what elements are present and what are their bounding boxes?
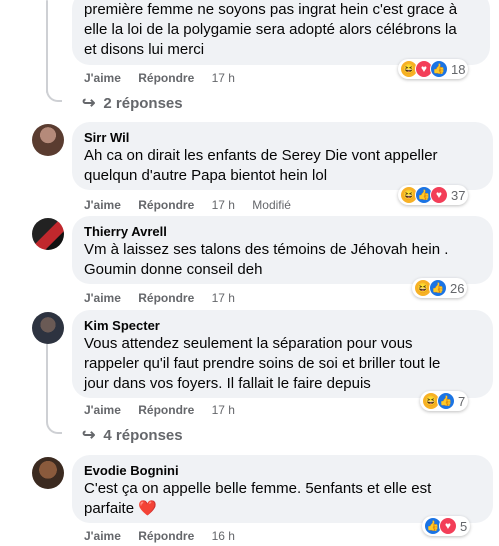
comment-actions: J'aime Répondre 17 h — [84, 290, 249, 306]
comment-text-line: Ah ca on dirait les enfants de Serey Die… — [84, 147, 438, 164]
reply-button[interactable]: Répondre — [138, 71, 194, 85]
reply-button[interactable]: Répondre — [138, 529, 194, 543]
edited-label[interactable]: Modifié — [252, 198, 291, 212]
comment-text-line: jour dans vos foyers. Il fallait le fair… — [84, 375, 371, 392]
timestamp[interactable]: 17 h — [212, 403, 235, 417]
thread-connector-curve — [46, 78, 62, 102]
avatar[interactable] — [32, 218, 64, 250]
like-button[interactable]: J'aime — [84, 529, 121, 543]
reply-button[interactable]: Répondre — [138, 198, 194, 212]
replies-label: 2 réponses — [103, 94, 183, 112]
comment-actions: J'aime Répondre 17 h Modifié — [84, 197, 305, 213]
comment-actions: J'aime Répondre 16 h — [84, 528, 249, 544]
like-button[interactable]: J'aime — [84, 291, 121, 305]
comment-text-line: rappeler qu'il faut prendre soins de soi… — [84, 355, 441, 372]
comment-bubble: Kim Specter Vous attendez seulement la s… — [72, 310, 493, 398]
thread-connector — [46, 340, 48, 415]
comment-text-line: Vm à laissez ses talons des témoins de J… — [84, 241, 449, 258]
reaction-count: 26 — [450, 280, 465, 296]
comment-bubble: Evodie Bognini C'est ça on appelle belle… — [72, 455, 493, 523]
comment-text-line: quelqun d'autre Papa bientot hein lol — [84, 167, 328, 184]
love-icon: ♥ — [430, 186, 448, 204]
comment-author[interactable]: Sirr Wil — [84, 129, 481, 146]
timestamp[interactable]: 17 h — [212, 71, 235, 85]
comment-text-line: parfaite ❤️ — [84, 500, 157, 517]
reaction-count: 37 — [451, 187, 466, 203]
view-replies-button[interactable]: ↪ 2 réponses — [82, 93, 183, 113]
like-button[interactable]: J'aime — [84, 71, 121, 85]
reaction-summary[interactable]: 😆 👍 ♥ 37 — [398, 185, 469, 205]
reply-arrow-icon: ↪ — [82, 427, 96, 444]
comment-text-line: Vous attendez seulement la séparation po… — [84, 335, 413, 352]
comment-text-line: elle la loi de la polygamie sera adopté … — [84, 21, 457, 38]
reply-button[interactable]: Répondre — [138, 403, 194, 417]
timestamp[interactable]: 17 h — [212, 291, 235, 305]
reaction-count: 5 — [460, 518, 468, 534]
like-icon: 👍 — [429, 279, 447, 297]
reaction-count: 7 — [458, 393, 466, 409]
comment-bubble: première femme ne soyons pas ingrat hein… — [72, 0, 490, 65]
reply-button[interactable]: Répondre — [138, 291, 194, 305]
timestamp[interactable]: 17 h — [212, 198, 235, 212]
love-icon: ♥ — [439, 517, 457, 535]
thread-connector-curve — [46, 410, 62, 434]
timestamp[interactable]: 16 h — [212, 529, 235, 543]
comment-text-line: et disons lui merci — [84, 41, 205, 58]
comment-actions: J'aime Répondre 17 h — [84, 70, 249, 86]
comment-author[interactable]: Evodie Bognini — [84, 462, 481, 479]
like-button[interactable]: J'aime — [84, 198, 121, 212]
reaction-summary[interactable]: 👍 ♥ 5 — [422, 516, 471, 536]
replies-label: 4 réponses — [103, 426, 183, 444]
comment-text-line: Goumin donne conseil deh — [84, 261, 263, 278]
comment-text-line: première femme ne soyons pas ingrat hein… — [84, 1, 458, 18]
reaction-count: 18 — [451, 61, 466, 77]
reply-arrow-icon: ↪ — [82, 95, 96, 112]
avatar[interactable] — [32, 312, 64, 344]
like-button[interactable]: J'aime — [84, 403, 121, 417]
comment-author[interactable]: Kim Specter — [84, 317, 481, 334]
comment-bubble: Sirr Wil Ah ca on dirait les enfants de … — [72, 122, 493, 190]
avatar[interactable] — [32, 457, 64, 489]
comment-actions: J'aime Répondre 17 h — [84, 402, 249, 418]
comment-text-line: C'est ça on appelle belle femme. 5enfant… — [84, 480, 432, 497]
comment-bubble: Thierry Avrell Vm à laissez ses talons d… — [72, 216, 493, 284]
like-icon: 👍 — [430, 60, 448, 78]
comment-author[interactable]: Thierry Avrell — [84, 223, 481, 240]
view-replies-button[interactable]: ↪ 4 réponses — [82, 425, 183, 445]
like-icon: 👍 — [437, 392, 455, 410]
avatar[interactable] — [32, 124, 64, 156]
reaction-summary[interactable]: 😆 👍 7 — [420, 391, 469, 411]
reaction-summary[interactable]: 😆 👍 26 — [412, 278, 468, 298]
reaction-summary[interactable]: 😆 ♥ 👍 18 — [398, 59, 469, 79]
